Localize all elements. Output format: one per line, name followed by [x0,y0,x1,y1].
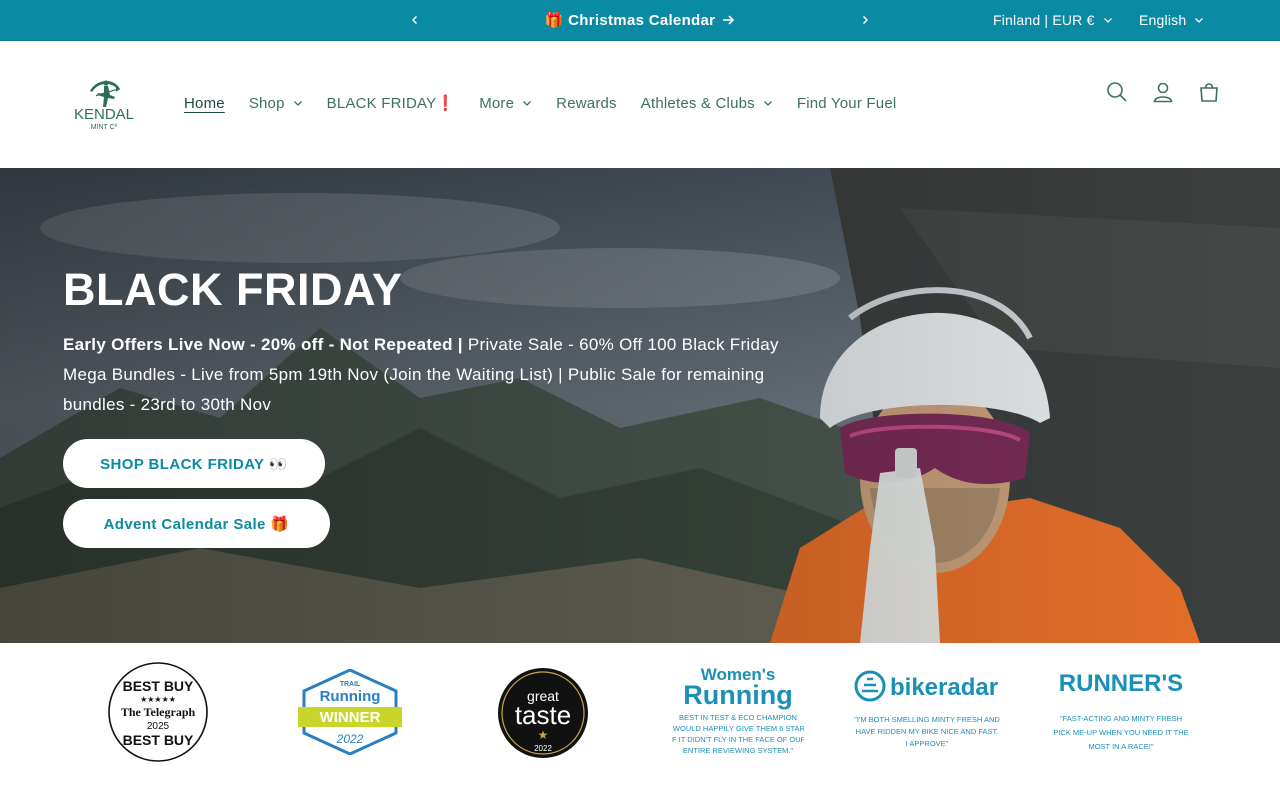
next-announcement-button[interactable] [853,0,877,40]
search-icon [1107,82,1127,102]
nav-shop[interactable]: Shop [237,83,315,123]
star-icon: ★ [538,728,549,742]
nav-rewards[interactable]: Rewards [544,83,629,123]
nav-more[interactable]: More [467,83,544,123]
runners-quote-line: PICK ME-UP WHEN YOU NEED IT THE [1053,728,1188,737]
chevron-down-icon [523,101,532,106]
hero-banner: BLACK FRIDAY Early Offers Live Now - 20%… [0,168,1280,643]
kendal-mint-logo[interactable]: KENDAL MINT Cº [66,73,142,135]
previous-announcement-button[interactable] [403,0,427,40]
trail-year: 2022 [336,732,364,746]
announcement-link[interactable]: 🎁 Christmas Calendar [450,0,830,40]
womens-running-badge: Women's Running BEST IN TEST & ECO CHAMP… [672,665,804,755]
chevron-down-icon [1103,18,1112,23]
stars-icon: ★★★★★ [140,695,176,704]
nav-rewards-label: Rewards [556,94,617,112]
womens-quote-line: ENTIRE REVIEWING SYSTEM." [683,746,794,755]
great-taste-badge: great taste ★ 2022 [498,668,588,758]
bikeradar-quote-line: HAVE RIDDEN MY BIKE NICE AND FAST. [856,727,999,736]
bikeradar-quote-line: "I'M BOTH SMELLING MINTY FRESH AND [854,715,1000,724]
nav-athletes-clubs[interactable]: Athletes & Clubs [629,83,785,123]
chevron-down-icon [763,101,772,106]
runners-quote-line: "FAST-ACTING AND MINTY FRESH [1060,714,1182,723]
language-selector[interactable]: English [1139,0,1204,40]
telegraph-bottom: BEST BUY [123,732,194,748]
great-taste-year: 2022 [534,744,552,753]
trail-title: Running [320,688,381,705]
nav-black-friday-label: BLACK FRIDAY❗ [326,95,456,112]
telegraph-name: The Telegraph [121,705,196,719]
nav-more-label: More [479,94,515,112]
nav-athletes-label: Athletes & Clubs [640,94,755,112]
womens-quote-line: IF IT DIDN'T FLY IN THE FACE OF OUR [672,735,804,744]
bikeradar-title: bikeradar [890,674,998,701]
cart-icon [1200,83,1218,102]
chevron-down-icon [1195,18,1204,23]
nav-black-friday[interactable]: BLACK FRIDAY❗ [315,83,468,123]
nav-home[interactable]: Home [172,83,237,123]
header-icons [1104,79,1222,105]
account-button[interactable] [1150,79,1176,105]
country-selector[interactable]: Finland | EUR € [993,0,1113,40]
hero-title: BLACK FRIDAY [63,264,403,315]
user-icon [1153,82,1173,103]
womens-quote-line: "I WOULD HAPPILY GIVE THEM 6 STARS [672,724,804,733]
nav-find-fuel-label: Find Your Fuel [796,94,897,112]
nav-shop-label: Shop [248,94,285,112]
trail-running-winner-badge: TRAIL Running WINNER 2022 [298,669,402,755]
telegraph-year: 2025 [147,721,170,732]
announcement-bar: 🎁 Christmas Calendar Finland | EUR € Eng… [0,0,1280,41]
language-label: English [1139,12,1187,28]
womens-quote-line: BEST IN TEST & ECO CHAMPION [679,713,797,722]
chevron-left-icon [411,15,418,25]
hero-bold-intro: Early Offers Live Now - 20% off - Not Re… [63,335,463,354]
womens-title2: Running [683,680,792,710]
telegraph-top: BEST BUY [123,678,194,694]
country-label: Finland | EUR € [993,12,1095,28]
chevron-right-icon [862,15,869,25]
hero-content: BLACK FRIDAY Early Offers Live Now - 20%… [63,264,783,420]
shop-black-friday-button[interactable]: SHOP BLACK FRIDAY 👀 [63,439,325,488]
telegraph-best-buy-badge: BEST BUY ★★★★★ The Telegraph 2025 BEST B… [108,662,208,762]
runners-world-badge: RUNNER'S "FAST-ACTING AND MINTY FRESH PI… [1053,670,1188,751]
trail-brand: TRAIL [340,681,361,688]
advent-calendar-sale-button[interactable]: Advent Calendar Sale 🎁 [63,499,330,548]
press-badges: BEST BUY ★★★★★ The Telegraph 2025 BEST B… [0,643,1280,800]
great-taste-line2: taste [515,700,571,730]
runners-title: RUNNER'S [1059,670,1183,697]
cart-button[interactable] [1196,79,1222,105]
announcement-message: 🎁 Christmas Calendar [544,12,716,29]
nav-home-label: Home [184,94,225,112]
main-nav: Home Shop BLACK FRIDAY❗ More Rewards Ath… [172,41,908,165]
logo-text: KENDAL [74,106,134,123]
hero-description: Early Offers Live Now - 20% off - Not Re… [63,330,783,420]
site-header: KENDAL MINT Cº Home Shop BLACK FRIDAY❗ M… [0,41,1280,168]
runners-quote-line: MOST IN A RACE!" [1088,742,1153,751]
bikeradar-badge: bikeradar "I'M BOTH SMELLING MINTY FRESH… [854,670,1000,748]
search-button[interactable] [1104,79,1130,105]
nav-find-your-fuel[interactable]: Find Your Fuel [785,83,909,123]
arrow-right-icon [723,15,735,25]
bikeradar-quote-line: I APPROVE" [906,739,949,748]
chevron-down-icon [293,101,302,106]
logo-subtext: MINT Cº [91,124,118,131]
trail-award: WINNER [320,709,381,726]
